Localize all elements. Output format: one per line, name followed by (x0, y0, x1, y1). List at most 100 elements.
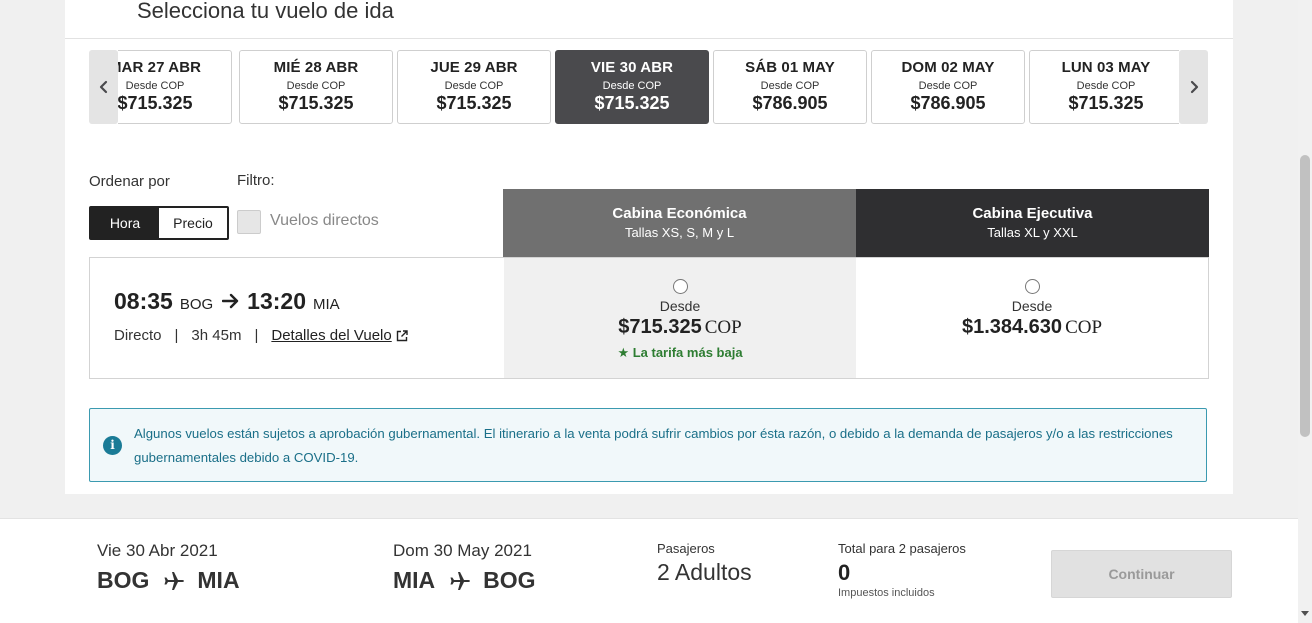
executive-fare-price: $1.384.630 COP (856, 316, 1208, 339)
plane-icon (164, 571, 185, 590)
date-price: $715.325 (118, 93, 193, 113)
date-from-label: Desde COP (602, 80, 662, 92)
cabin-name: Cabina Ejecutiva (972, 205, 1093, 222)
booking-summary-bar: Vie 30 Abr 2021 BOG MIA Dom 30 May 2021 … (0, 518, 1298, 623)
total-label: Total para 2 pasajeros (838, 541, 966, 556)
economy-fare-radio[interactable] (672, 279, 688, 294)
date-from-label: Desde COP (1076, 80, 1136, 92)
flight-selection-panel: Selecciona tu vuelo de ida MAR 27 ABR De… (65, 0, 1233, 494)
page-title: Selecciona tu vuelo de ida (137, 0, 394, 23)
return-leg-summary: Dom 30 May 2021 MIA BOG (393, 541, 536, 594)
date-from-label: Desde COP (918, 80, 978, 92)
fare-from-label: Desde (659, 298, 701, 314)
return-origin: MIA (393, 567, 436, 593)
info-banner-text: Algunos vuelos están sujetos a aprobació… (134, 426, 1173, 465)
date-next-button[interactable] (1179, 50, 1208, 124)
date-card[interactable]: DOM 02 MAY Desde COP $786.905 (871, 50, 1025, 124)
plane-icon (450, 571, 471, 590)
direct-flights-checkbox[interactable] (237, 210, 261, 234)
return-destination: BOG (483, 567, 536, 593)
page-scrollbar[interactable] (1298, 0, 1312, 623)
date-from-label: Desde COP (760, 80, 820, 92)
date-card[interactable]: MAR 27 ABR Desde COP $715.325 (118, 50, 232, 124)
tax-note: Impuestos incluidos (838, 587, 935, 599)
date-price: $715.325 (1068, 93, 1144, 113)
chevron-right-icon (1190, 80, 1198, 94)
date-price: $786.905 (910, 93, 986, 113)
date-price: $715.325 (436, 93, 512, 113)
cabin-sizes: Tallas XL y XXL (987, 225, 1078, 240)
stops-label: Directo (114, 327, 162, 344)
date-card[interactable]: JUE 29 ABR Desde COP $715.325 (397, 50, 551, 124)
origin-code: BOG (179, 296, 214, 313)
economy-fare-option[interactable]: Desde $715.325 COP ★ La tarifa más baja (504, 258, 856, 378)
economy-fare-price: $715.325 COP (504, 316, 856, 339)
continue-button[interactable]: Continuar (1051, 550, 1232, 598)
date-price: $715.325 (278, 93, 354, 113)
sort-by-price-button[interactable]: Precio (159, 208, 227, 238)
meta-separator: | (174, 327, 179, 344)
date-from-label: Desde COP (125, 80, 185, 92)
lowest-fare-badge: ★ La tarifa más baja (617, 345, 743, 360)
scrollbar-thumb[interactable] (1300, 155, 1310, 437)
info-icon: i (103, 436, 122, 455)
date-from-label: Desde COP (444, 80, 504, 92)
scroll-down-arrow-icon[interactable] (1301, 611, 1309, 616)
fare-currency: COP (704, 317, 742, 338)
passengers-value: 2 Adultos (657, 559, 752, 585)
date-label: MAR 27 ABR (118, 59, 202, 76)
direct-flights-label[interactable]: Vuelos directos (270, 212, 379, 230)
flight-info: 08:35 BOG 13:20 MIA Directo | 3h 45m | D… (114, 288, 408, 344)
divider (65, 38, 1233, 39)
outbound-origin: BOG (97, 567, 150, 593)
date-label: JUE 29 ABR (430, 59, 518, 76)
destination-code: MIA (313, 296, 340, 313)
arrow-right-icon (222, 293, 239, 309)
duration-label: 3h 45m (191, 327, 242, 344)
sort-toggle: Hora Precio (89, 206, 229, 240)
chevron-left-icon (99, 80, 107, 94)
date-label: DOM 02 MAY (901, 59, 995, 76)
sort-by-time-button[interactable]: Hora (91, 208, 159, 238)
date-card[interactable]: LUN 03 MAY Desde COP $715.325 (1029, 50, 1179, 124)
executive-cabin-header: Cabina Ejecutiva Tallas XL y XXL (856, 189, 1209, 257)
fare-from-label: Desde (1011, 298, 1053, 314)
date-carousel: MAR 27 ABR Desde COP $715.325 MIÉ 28 ABR… (118, 50, 1179, 124)
economy-cabin-header: Cabina Económica Tallas XS, S, M y L (503, 189, 856, 257)
executive-fare-radio[interactable] (1024, 279, 1040, 294)
meta-separator: | (254, 327, 259, 344)
sort-label: Ordenar por (89, 173, 170, 190)
outbound-date: Vie 30 Abr 2021 (97, 541, 218, 560)
outbound-leg-summary: Vie 30 Abr 2021 BOG MIA (97, 541, 240, 594)
fare-amount: $1.384.630 (961, 316, 1063, 338)
info-banner: i Algunos vuelos están sujetos a aprobac… (89, 408, 1207, 482)
filter-label: Filtro: (237, 172, 275, 189)
total-value: 0 (838, 560, 851, 585)
executive-fare-option[interactable]: Desde $1.384.630 COP (856, 258, 1208, 378)
return-date: Dom 30 May 2021 (393, 541, 532, 560)
flight-row: 08:35 BOG 13:20 MIA Directo | 3h 45m | D… (89, 257, 1209, 379)
date-label: VIE 30 ABR (590, 59, 674, 76)
passengers-summary: Pasajeros 2 Adultos (657, 541, 752, 586)
arrival-time: 13:20 (247, 288, 306, 314)
date-card-selected[interactable]: VIE 30 ABR Desde COP $715.325 (555, 50, 709, 124)
cabin-name: Cabina Económica (612, 205, 747, 222)
date-card[interactable]: SÁB 01 MAY Desde COP $786.905 (713, 50, 867, 124)
external-link-icon[interactable] (396, 329, 408, 342)
passengers-label: Pasajeros (657, 541, 715, 556)
outbound-destination: MIA (197, 567, 240, 593)
total-summary: Total para 2 pasajeros 0 Impuestos inclu… (838, 541, 966, 599)
fare-amount: $715.325 (618, 316, 702, 338)
flight-details-link[interactable]: Detalles del Vuelo (271, 327, 391, 344)
date-card[interactable]: MIÉ 28 ABR Desde COP $715.325 (239, 50, 393, 124)
departure-time: 08:35 (114, 288, 173, 314)
date-prev-button[interactable] (89, 50, 118, 124)
fare-currency: COP (1065, 317, 1103, 338)
date-from-label: Desde COP (286, 80, 346, 92)
date-label: SÁB 01 MAY (745, 59, 835, 76)
date-label: LUN 03 MAY (1061, 59, 1151, 76)
cabin-sizes: Tallas XS, S, M y L (624, 225, 735, 240)
date-price: $786.905 (752, 93, 828, 113)
date-price: $715.325 (594, 93, 670, 113)
date-label: MIÉ 28 ABR (273, 59, 359, 76)
